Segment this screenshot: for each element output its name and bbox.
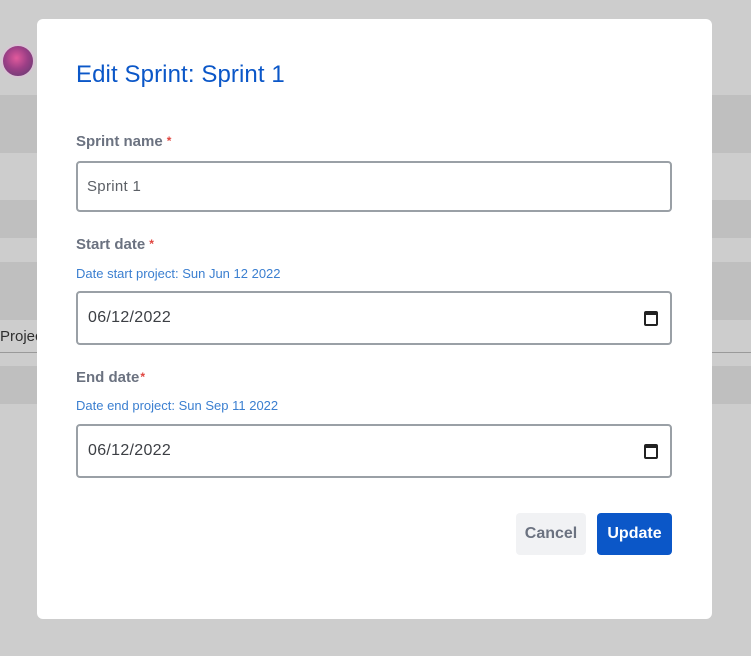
sprint-name-label-text: Sprint name (76, 133, 163, 150)
edit-sprint-modal: Edit Sprint: Sprint 1 Sprint name * Sprin… (37, 19, 712, 619)
start-date-value: 06/12/2022 (88, 309, 172, 326)
start-date-hint: Date start project: Sun Jun 12 2022 (76, 266, 281, 281)
start-date-label: Start date * (76, 236, 154, 253)
sprint-name-input[interactable]: Sprint 1 (76, 161, 672, 212)
end-date-label: End date* (76, 369, 145, 386)
end-date-input[interactable]: 06/12/2022 (76, 424, 672, 478)
update-button[interactable]: Update (597, 513, 672, 555)
required-marker: * (149, 237, 154, 251)
end-date-label-text: End date (76, 369, 140, 386)
cancel-button[interactable]: Cancel (516, 513, 586, 555)
required-marker: * (166, 134, 172, 148)
sprint-name-value: Sprint 1 (87, 178, 142, 195)
calendar-icon[interactable] (644, 443, 658, 459)
end-date-hint: Date end project: Sun Sep 11 2022 (76, 398, 279, 413)
start-date-input[interactable]: 06/12/2022 (76, 291, 672, 345)
sprint-name-label: Sprint name * (76, 133, 171, 150)
end-date-value: 06/12/2022 (88, 442, 172, 459)
start-date-label-text: Start date (76, 236, 146, 253)
avatar (1, 44, 35, 78)
calendar-icon[interactable] (644, 310, 658, 326)
required-marker: * (140, 370, 146, 384)
modal-title: Edit Sprint: Sprint 1 (76, 61, 285, 88)
